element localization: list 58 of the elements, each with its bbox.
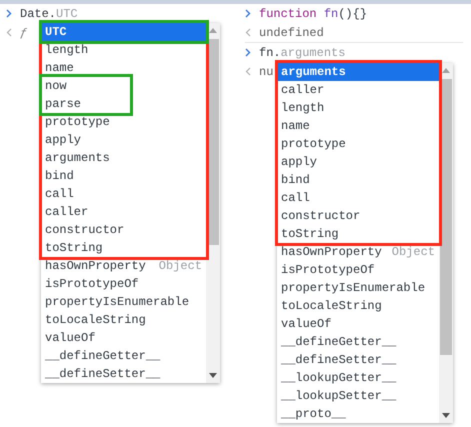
scroll-down-icon[interactable] xyxy=(209,373,217,378)
suggestion-item[interactable]: constructor xyxy=(278,207,439,225)
input-text: Date. xyxy=(20,6,56,20)
suggestion-item[interactable]: length xyxy=(42,41,206,59)
suggestion-item[interactable]: bind xyxy=(42,167,206,185)
suggestion-item[interactable]: __defineGetter__ xyxy=(42,347,206,365)
scroll-down-icon[interactable] xyxy=(442,413,450,418)
suggestion-item[interactable]: __proto__ xyxy=(278,405,439,423)
suggestion-item[interactable]: arguments xyxy=(278,63,439,81)
scrollbar-thumb[interactable] xyxy=(440,79,452,355)
suggestion-item[interactable]: UTC xyxy=(42,23,206,41)
suggestion-item[interactable]: toString xyxy=(278,225,439,243)
suggestion-item[interactable]: bind xyxy=(278,171,439,189)
scroll-up-icon[interactable] xyxy=(209,28,217,33)
suggestion-item[interactable]: hasOwnProperty Object xyxy=(42,257,206,275)
suggestion-item[interactable]: apply xyxy=(42,131,206,149)
suggestion-item[interactable]: valueOf xyxy=(278,315,439,333)
input-text: fn xyxy=(324,6,338,20)
input-prompt-icon xyxy=(245,9,251,18)
suggestion-item[interactable]: valueOf xyxy=(42,329,206,347)
suggestion-item[interactable]: apply xyxy=(278,153,439,171)
suggestion-item[interactable]: propertyIsEnumerable xyxy=(278,279,439,297)
input-text: (){} xyxy=(338,6,368,20)
scroll-up-icon[interactable] xyxy=(442,68,450,73)
suggestion-item[interactable]: __lookupGetter__ xyxy=(278,369,439,387)
suggestion-item[interactable]: isPrototypeOf xyxy=(42,275,206,293)
suggestion-item[interactable]: __defineGetter__ xyxy=(278,333,439,351)
input-prompt-icon xyxy=(6,9,12,18)
suggestion-item[interactable]: toLocaleString xyxy=(278,297,439,315)
suggestion-item[interactable]: caller xyxy=(278,81,439,99)
suggestion-item[interactable]: name xyxy=(42,59,206,77)
suggestion-item[interactable]: prototype xyxy=(278,135,439,153)
suggestion-item[interactable]: prototype xyxy=(42,113,206,131)
input-prompt-icon xyxy=(245,48,251,57)
suggestion-item[interactable]: __lookupSetter__ xyxy=(278,387,439,405)
suggestion-item[interactable]: arguments xyxy=(42,149,206,167)
output-text: nu xyxy=(259,64,274,78)
suggestion-item[interactable]: caller xyxy=(42,203,206,221)
suggestion-item[interactable]: now xyxy=(42,77,130,95)
suggestion-item[interactable]: call xyxy=(278,189,439,207)
suggestion-item[interactable]: toString xyxy=(42,239,206,257)
suggestion-item[interactable]: __defineSetter__ xyxy=(42,365,206,383)
autocomplete-hint-text: UTC xyxy=(56,6,78,20)
suggestion-item[interactable]: length xyxy=(278,99,439,117)
suggestion-item[interactable]: __defineSetter__ xyxy=(278,351,439,369)
input-text: function xyxy=(259,6,318,20)
suggestion-item[interactable]: toLocaleString xyxy=(42,311,206,329)
suggestion-item[interactable]: name xyxy=(278,117,439,135)
suggestion-item[interactable]: call xyxy=(42,185,206,203)
suggestion-item[interactable]: parse xyxy=(42,95,130,113)
autocomplete-hint-text: arguments xyxy=(280,46,346,60)
suggestion-item[interactable]: hasOwnProperty Object xyxy=(278,243,439,261)
output-text: ƒ xyxy=(20,26,28,40)
suggestion-item[interactable]: constructor xyxy=(42,221,206,239)
suggestion-item[interactable]: isPrototypeOf xyxy=(278,261,439,279)
input-text: fn. xyxy=(259,46,281,60)
output-text: undefined xyxy=(259,26,324,40)
suggestion-item[interactable]: propertyIsEnumerable xyxy=(42,293,206,311)
